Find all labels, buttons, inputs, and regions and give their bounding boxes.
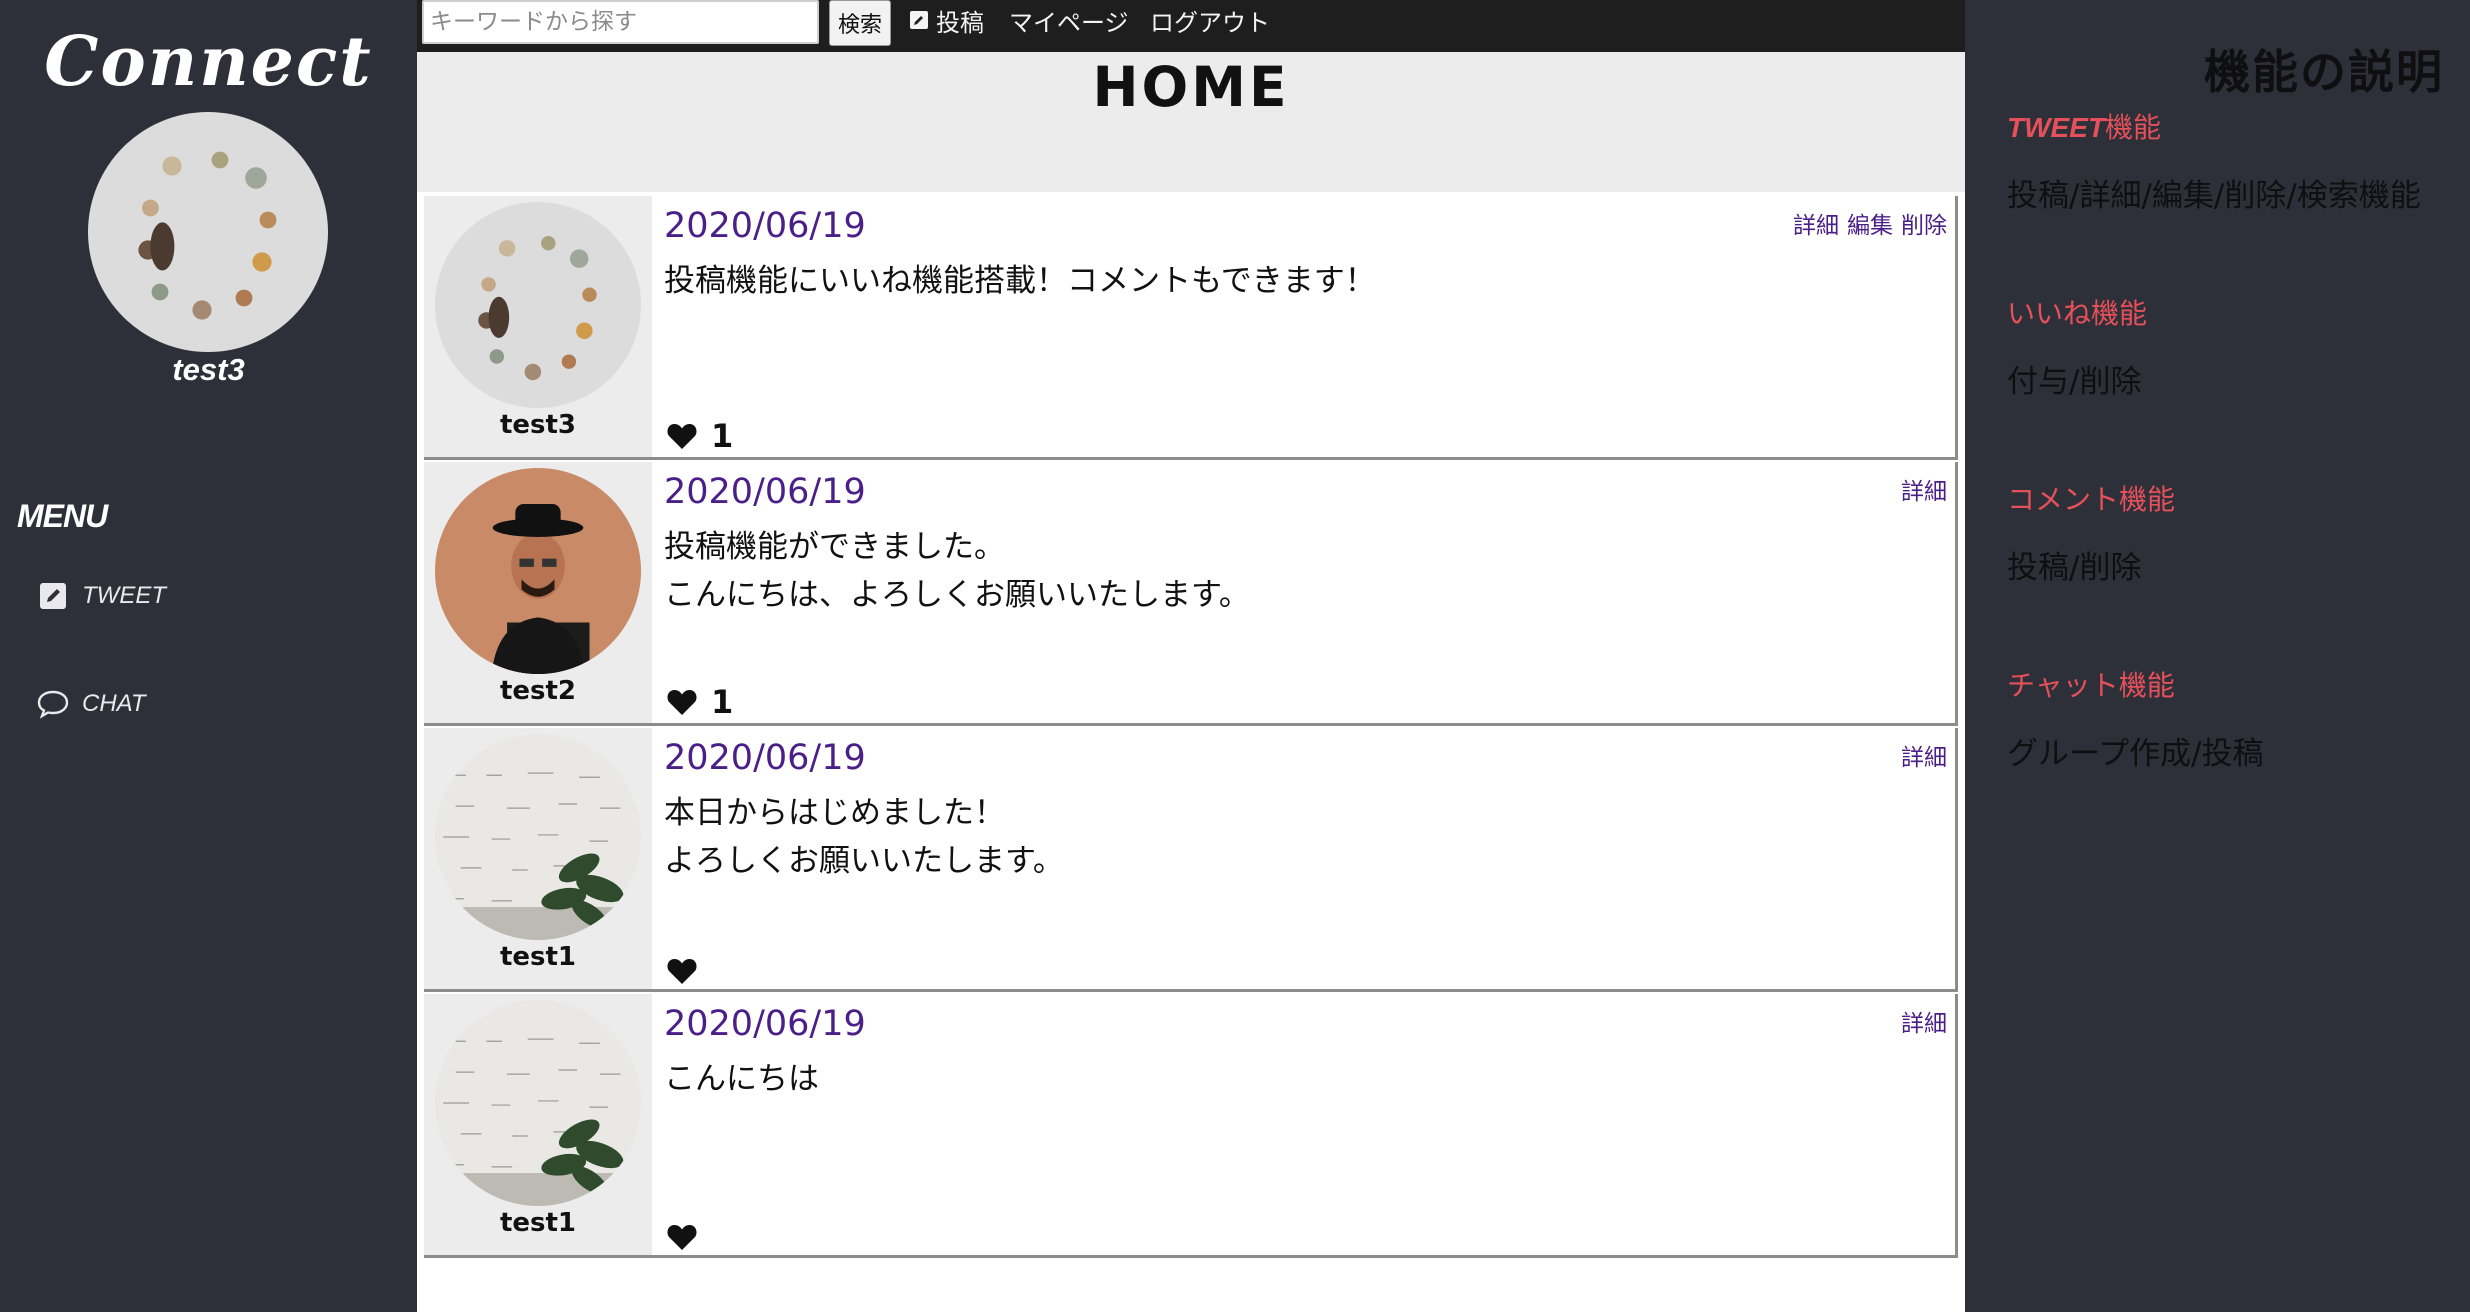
features-title: 機能の説明 (2204, 45, 2444, 99)
post-username[interactable]: test2 (424, 676, 652, 706)
feature-heading: コメント機能 (2007, 483, 2176, 516)
post-body: こんにちは (664, 1055, 819, 1103)
post-body: 投稿機能ができました。 こんにちは、よろしくお願いいたします。 (664, 523, 1250, 619)
heart-icon (665, 420, 699, 452)
feature-description: グループ作成/投稿 (2007, 736, 2264, 772)
post-body: 投稿機能にいいね機能搭載！コメントもできます！ (664, 257, 1376, 305)
post-actions: 詳細 (1901, 472, 1947, 506)
menu-item-label: TWEET (82, 582, 166, 609)
post-actions: 詳細 (1901, 1004, 1947, 1038)
post-user-column: test1 (424, 994, 652, 1255)
app-logo[interactable]: Connect (0, 22, 417, 102)
post-text: こんにちは、よろしくお願いいたします。 (664, 577, 1250, 613)
post-username[interactable]: test1 (424, 942, 652, 972)
post-avatar[interactable] (435, 734, 641, 940)
post-text: よろしくお願いいたします。 (664, 843, 1064, 879)
like-count: 1 (711, 683, 734, 721)
search-input[interactable] (422, 0, 819, 44)
edit-icon (908, 9, 930, 31)
post-date: 2020/06/19 (664, 206, 866, 246)
post-user-column: test2 (424, 462, 652, 723)
like-button[interactable] (665, 955, 711, 987)
post-text: 投稿機能にいいね機能搭載！コメントもできます！ (664, 263, 1376, 299)
post-link[interactable]: 投稿 (908, 0, 984, 40)
post-avatar[interactable] (435, 1000, 641, 1206)
menu-heading: MENU (17, 498, 108, 534)
heart-icon (665, 686, 699, 718)
search-button[interactable]: 検索 (829, 0, 891, 46)
logout-link[interactable]: ログアウト (1150, 0, 1270, 40)
post-actions: 詳細 編集 削除 (1793, 206, 1947, 240)
feature-description: 投稿/削除 (2007, 550, 2142, 586)
page-title: HOME (1092, 55, 1290, 119)
post-text: 投稿機能ができました。 (664, 529, 1005, 565)
edit-link[interactable]: 編集 (1847, 206, 1893, 240)
menu-item-chat[interactable]: CHAT (36, 684, 146, 724)
post-date: 2020/06/19 (664, 738, 866, 778)
like-button[interactable]: 1 (665, 683, 733, 721)
heart-icon (665, 955, 699, 987)
feature-heading: いいね機能 (2007, 297, 2148, 330)
right-sidebar: 機能の説明 TWEET機能 投稿/詳細/編集/削除/検索機能 いいね機能 付与/… (1965, 0, 2470, 1312)
post-user-column: test1 (424, 728, 652, 989)
heart-icon (665, 1221, 699, 1253)
post-body: 本日からはじめました！ よろしくお願いいたします。 (664, 789, 1064, 885)
feature-heading-text: 機能 (2105, 111, 2162, 144)
post-avatar[interactable] (435, 202, 641, 408)
post-actions: 詳細 (1901, 738, 1947, 772)
post-date: 2020/06/19 (664, 1004, 866, 1044)
post-link-label: 投稿 (936, 8, 984, 37)
detail-link[interactable]: 詳細 (1793, 206, 1839, 240)
post-card: test1 2020/06/19 詳細 本日からはじめました！ よろしくお願いい… (424, 728, 1958, 992)
post-username[interactable]: test1 (424, 1208, 652, 1238)
profile-avatar[interactable] (88, 112, 328, 352)
delete-link[interactable]: 削除 (1901, 206, 1947, 240)
menu-item-label: CHAT (82, 690, 146, 717)
post-date: 2020/06/19 (664, 472, 866, 512)
edit-icon (36, 579, 70, 613)
detail-link[interactable]: 詳細 (1901, 472, 1947, 506)
post-username[interactable]: test3 (424, 410, 652, 440)
like-button[interactable] (665, 1221, 711, 1253)
feature-description: 投稿/詳細/編集/削除/検索機能 (2007, 178, 2421, 214)
like-count: 1 (711, 417, 734, 455)
feature-heading: TWEET機能 (2007, 106, 2161, 146)
post-text: 本日からはじめました！ (664, 795, 1005, 831)
detail-link[interactable]: 詳細 (1901, 738, 1947, 772)
post-card: test2 2020/06/19 詳細 投稿機能ができました。 こんにちは、よろ… (424, 462, 1958, 726)
feature-description: 付与/削除 (2007, 364, 2142, 400)
post-avatar[interactable] (435, 468, 641, 674)
post-user-column: test3 (424, 196, 652, 457)
feature-heading-latin: TWEET (2007, 112, 2105, 143)
profile-username: test3 (172, 352, 245, 387)
chat-bubble-icon (36, 687, 70, 721)
detail-link[interactable]: 詳細 (1901, 1004, 1947, 1038)
top-navbar: 検索 投稿 マイページ ログアウト (417, 0, 1965, 52)
left-sidebar: Connect test3 MENU TWEET CHAT (0, 0, 417, 1312)
post-text: こんにちは (664, 1061, 819, 1097)
like-button[interactable]: 1 (665, 417, 733, 455)
mypage-link[interactable]: マイページ (1009, 0, 1129, 40)
main-content: HOME test3 2020/06/19 詳細 編集 削除 投稿機能にいいね機… (417, 52, 1965, 1312)
page-header: HOME (417, 52, 1965, 192)
post-card: test3 2020/06/19 詳細 編集 削除 投稿機能にいいね機能搭載！コ… (424, 196, 1958, 460)
post-card: test1 2020/06/19 詳細 こんにちは (424, 994, 1958, 1258)
feature-heading: チャット機能 (2007, 669, 2175, 702)
menu-item-tweet[interactable]: TWEET (36, 576, 166, 616)
